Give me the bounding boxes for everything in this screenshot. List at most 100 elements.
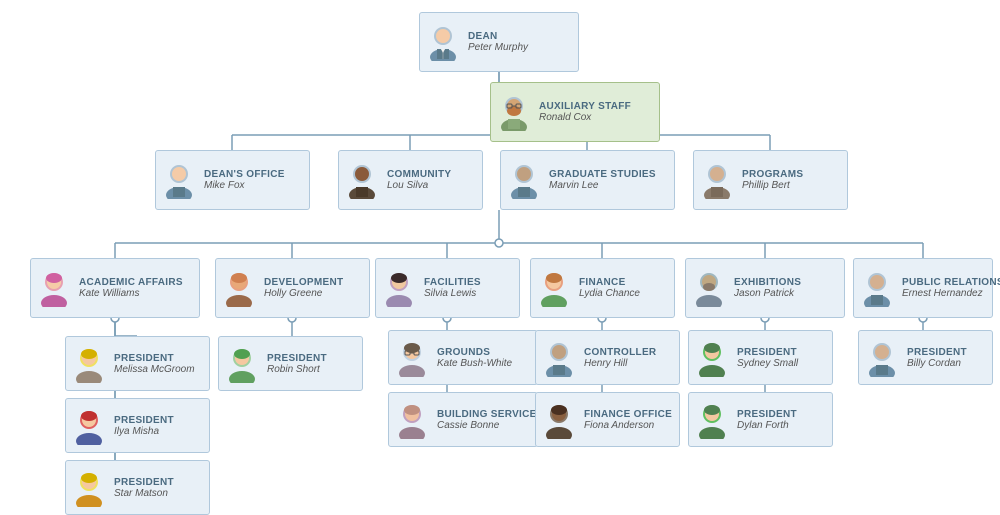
president2-info: PRESIDENT Robin Short [267,353,327,375]
president2-node: PRESIDENT Robin Short [218,336,363,391]
president1-title: PRESIDENT [114,353,174,364]
academic-info: ACADEMIC AFFAIRS Kate Williams [79,277,183,299]
president5-name: Sydney Small [737,358,798,369]
president6-avatar [863,339,901,377]
programs-info: PROGRAMS Phillip Bert [742,169,803,191]
controller-title: CONTROLLER [584,347,656,358]
controller-node: CONTROLLER Henry Hill [535,330,680,385]
auxiliary-avatar [495,93,533,131]
president5-node: PRESIDENT Sydney Small [688,330,833,385]
dean-avatar [424,23,462,61]
exhibitions-info: EXHIBITIONS Jason Patrick [734,277,801,299]
facilities-title: FACILITIES [424,277,481,288]
controller-name: Henry Hill [584,358,627,369]
facilities-info: FACILITIES Silvia Lewis [424,277,481,299]
president3-name: Ilya Misha [114,426,159,437]
programs-node: PROGRAMS Phillip Bert [693,150,848,210]
public-relations-avatar [858,269,896,307]
auxiliary-name: Ronald Cox [539,112,591,123]
community-title: COMMUNITY [387,169,451,180]
president4-title: PRESIDENT [114,477,174,488]
president1-avatar [70,345,108,383]
grounds-info: GROUNDS Kate Bush-White [437,347,512,369]
grounds-avatar [393,339,431,377]
exhibitions-name: Jason Patrick [734,288,794,299]
programs-title: PROGRAMS [742,169,803,180]
grounds-title: GROUNDS [437,347,490,358]
building-node: BUILDING SERVICES Cassie Bonne [388,392,538,447]
president5-title: PRESIDENT [737,347,797,358]
dean-info: DEAN Peter Murphy [468,31,528,53]
programs-avatar [698,161,736,199]
president2-avatar [223,345,261,383]
president1-name: Melissa McGroom [114,364,195,375]
academic-avatar [35,269,73,307]
auxiliary-title: AUXILIARY STAFF [539,101,631,112]
development-title: DEVELOPMENT [264,277,343,288]
president5-info: PRESIDENT Sydney Small [737,347,798,369]
finance-office-title: FINANCE OFFICE [584,409,672,420]
community-info: COMMUNITY Lou Silva [387,169,451,191]
dean-node: DEAN Peter Murphy [419,12,579,72]
president2-title: PRESIDENT [267,353,327,364]
controller-avatar [540,339,578,377]
finance-name: Lydia Chance [579,288,640,299]
building-avatar [393,401,431,439]
president6-title: PRESIDENT [907,347,967,358]
president3-info: PRESIDENT Ilya Misha [114,415,174,437]
president6-name: Billy Cordan [907,358,961,369]
exhibitions-node: EXHIBITIONS Jason Patrick [685,258,845,318]
graduate-name: Marvin Lee [549,180,598,191]
development-name: Holly Greene [264,288,322,299]
community-avatar [343,161,381,199]
graduate-info: GRADUATE STUDIES Marvin Lee [549,169,656,191]
president1-node: PRESIDENT Melissa McGroom [65,336,210,391]
finance-office-node: FINANCE OFFICE Fiona Anderson [535,392,680,447]
finance-office-name: Fiona Anderson [584,420,654,431]
exhibitions-title: EXHIBITIONS [734,277,801,288]
grounds-name: Kate Bush-White [437,358,512,369]
finance-avatar [535,269,573,307]
graduate-title: GRADUATE STUDIES [549,169,656,180]
dean-title: DEAN [468,31,498,42]
exhibitions-avatar [690,269,728,307]
president7-title: PRESIDENT [737,409,797,420]
public-relations-node: PUBLIC RELATIONS Ernest Hernandez [853,258,993,318]
development-info: DEVELOPMENT Holly Greene [264,277,343,299]
dean-name: Peter Murphy [468,42,528,53]
president2-name: Robin Short [267,364,320,375]
building-name: Cassie Bonne [437,420,499,431]
org-chart: DEAN Peter Murphy AUXILIARY STAFF Ronald… [0,0,1000,506]
president7-node: PRESIDENT Dylan Forth [688,392,833,447]
president7-avatar [693,401,731,439]
community-name: Lou Silva [387,180,428,191]
programs-name: Phillip Bert [742,180,790,191]
deans-office-name: Mike Fox [204,180,245,191]
development-node: DEVELOPMENT Holly Greene [215,258,370,318]
grounds-node: GROUNDS Kate Bush-White [388,330,538,385]
deans-office-avatar [160,161,198,199]
president4-avatar [70,469,108,507]
president6-node: PRESIDENT Billy Cordan [858,330,993,385]
graduate-node: GRADUATE STUDIES Marvin Lee [500,150,675,210]
public-relations-info: PUBLIC RELATIONS Ernest Hernandez [902,277,1000,299]
community-node: COMMUNITY Lou Silva [338,150,483,210]
facilities-name: Silvia Lewis [424,288,476,299]
president4-node: PRESIDENT Star Matson [65,460,210,515]
public-relations-name: Ernest Hernandez [902,288,983,299]
building-info: BUILDING SERVICES Cassie Bonne [437,409,544,431]
president7-name: Dylan Forth [737,420,789,431]
deans-office-info: DEAN'S OFFICE Mike Fox [204,169,285,191]
academic-name: Kate Williams [79,288,139,299]
president1-info: PRESIDENT Melissa McGroom [114,353,195,375]
academic-title: ACADEMIC AFFAIRS [79,277,183,288]
deans-office-title: DEAN'S OFFICE [204,169,285,180]
development-avatar [220,269,258,307]
president3-avatar [70,407,108,445]
academic-node: ACADEMIC AFFAIRS Kate Williams [30,258,200,318]
graduate-avatar [505,161,543,199]
finance-office-info: FINANCE OFFICE Fiona Anderson [584,409,672,431]
finance-office-avatar [540,401,578,439]
president4-name: Star Matson [114,488,168,499]
facilities-node: FACILITIES Silvia Lewis [375,258,520,318]
